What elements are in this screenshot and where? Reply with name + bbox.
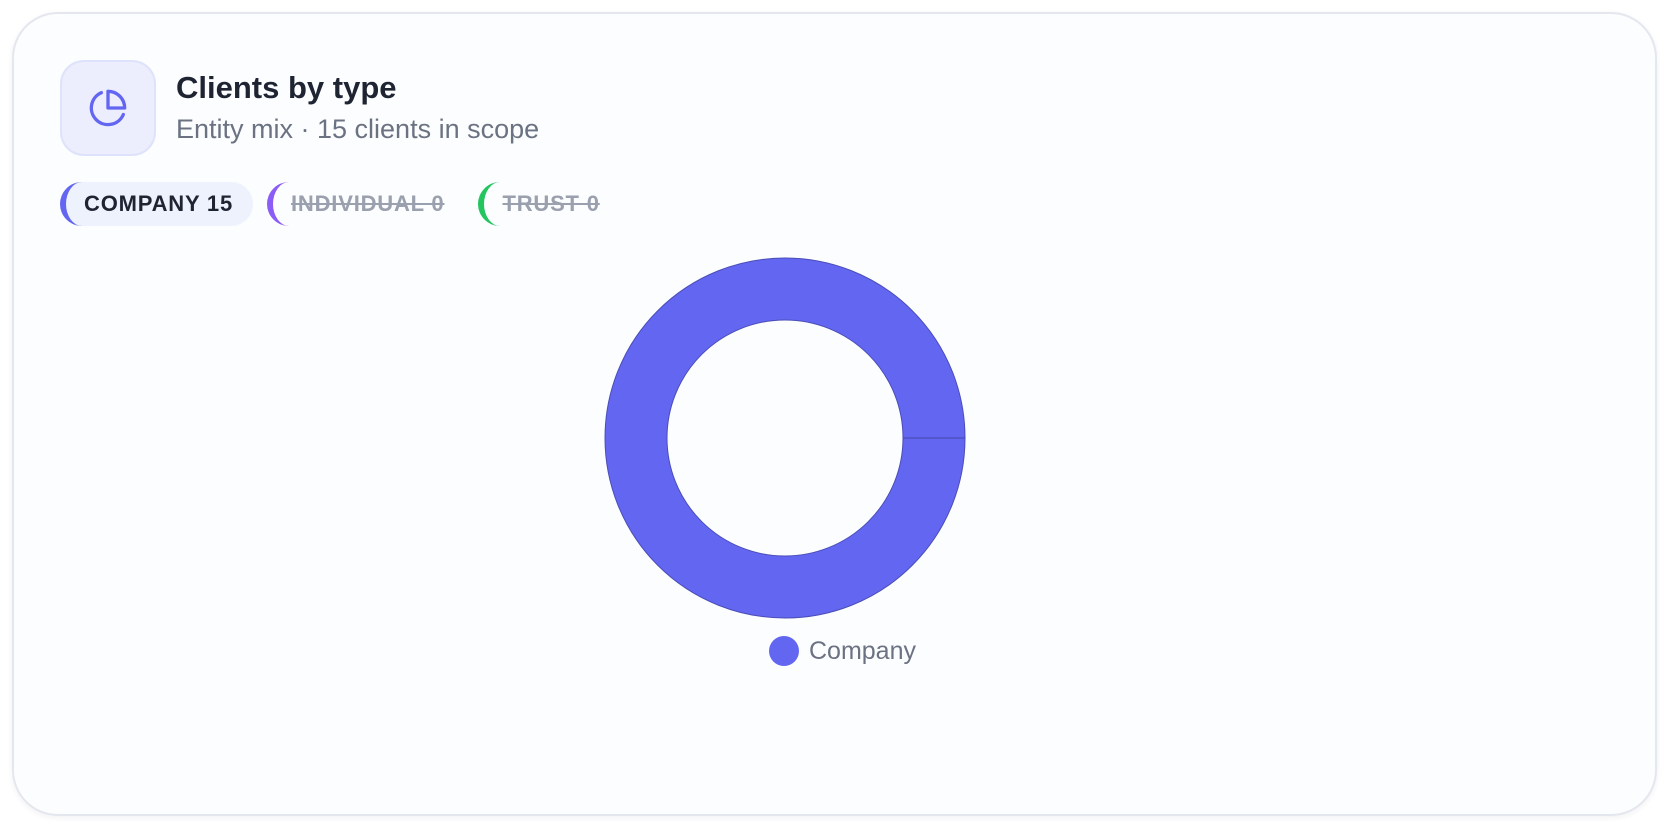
donut-chart [604, 257, 966, 619]
donut-chart-area [14, 14, 1659, 818]
chart-card: Clients by type Entity mix · 15 clients … [12, 12, 1657, 816]
legend-item-company[interactable]: Company [769, 636, 916, 666]
legend-label: Company [809, 636, 916, 665]
chart-legend: Company [14, 636, 1659, 666]
legend-swatch [769, 636, 799, 666]
